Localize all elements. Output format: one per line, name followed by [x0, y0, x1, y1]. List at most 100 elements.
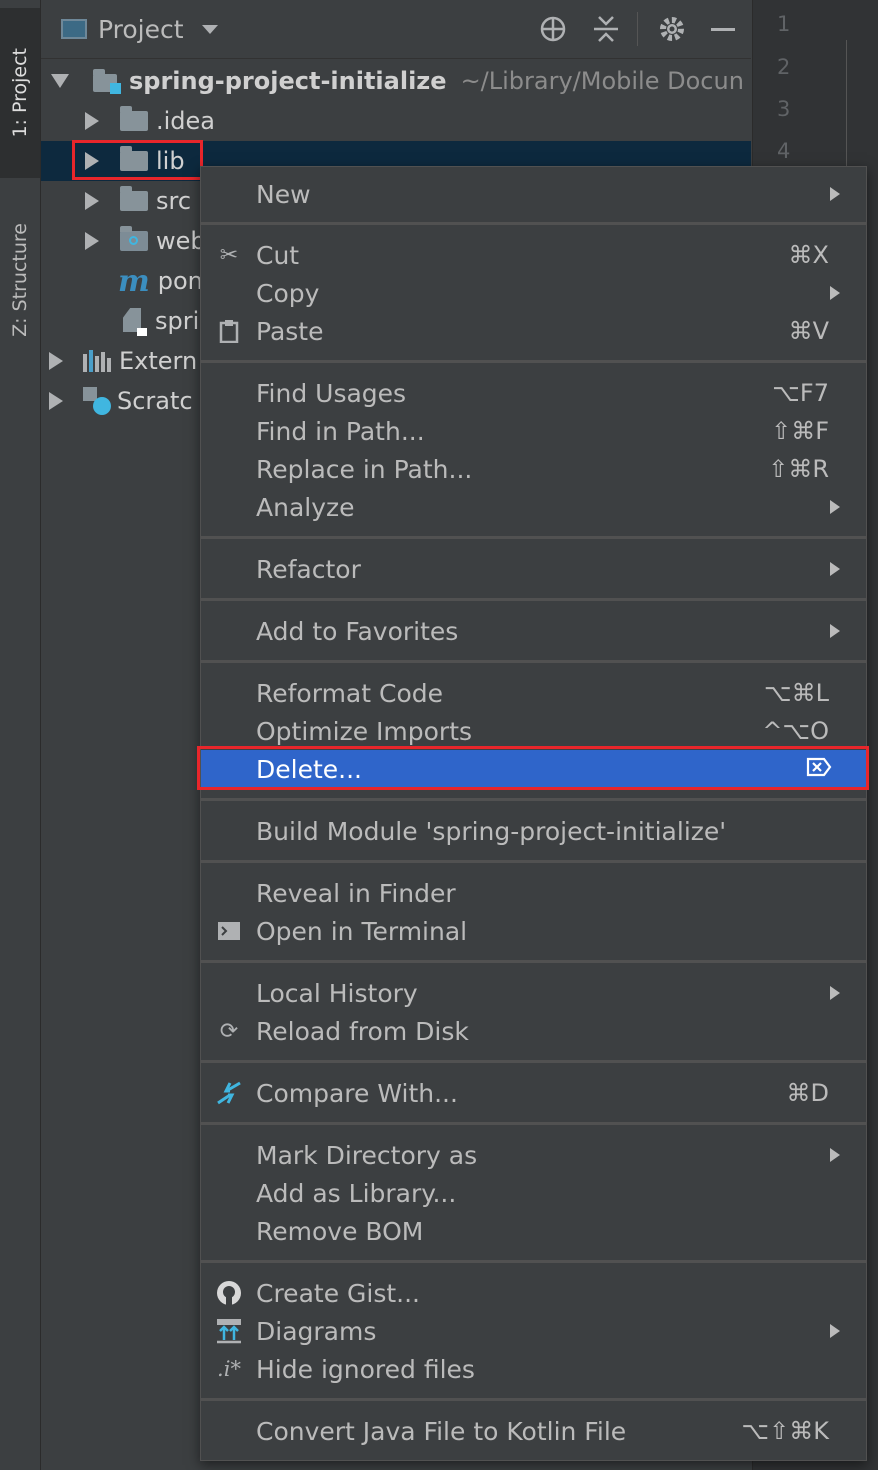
menu-separator — [201, 222, 866, 225]
tab-structure-label: Z: Structure — [9, 223, 31, 337]
menu-item-reformat-code[interactable]: Reformat Code ⌥⌘L — [201, 674, 866, 712]
gear-icon[interactable] — [658, 0, 686, 58]
line-number: 3 — [777, 97, 791, 121]
expand-arrow-icon[interactable] — [49, 392, 63, 410]
tree-row-pom[interactable]: m pon — [41, 261, 203, 301]
menu-item-reload-from-disk[interactable]: ⟳ Reload from Disk — [201, 1012, 866, 1050]
menu-item-new[interactable]: New — [201, 175, 866, 213]
maven-icon: m — [118, 263, 150, 299]
root-label: spring-project-initialize — [129, 67, 447, 95]
collapse-all-icon[interactable] — [592, 0, 620, 58]
menu-separator — [201, 1260, 866, 1263]
expand-arrow-icon[interactable] — [85, 152, 99, 170]
menu-item-diagrams[interactable]: Diagrams — [201, 1312, 866, 1350]
menu-item-compare-with[interactable]: Compare With... ⌘D — [201, 1074, 866, 1112]
menu-item-replace-in-path[interactable]: Replace in Path... ⇧⌘R — [201, 450, 866, 488]
menu-separator — [201, 1060, 866, 1063]
menu-item-optimize-imports[interactable]: Optimize Imports ^⌥O — [201, 712, 866, 750]
tree-label-scratches: Scratc — [117, 387, 193, 415]
tree-row-scratches[interactable]: Scratc — [41, 381, 193, 421]
menu-item-add-to-favorites[interactable]: Add to Favorites — [201, 612, 866, 650]
root-path: ~/Library/Mobile Docun — [460, 67, 744, 95]
chevron-down-icon — [201, 24, 218, 34]
submenu-arrow-icon — [830, 1148, 840, 1162]
context-menu: New ✂ Cut ⌘X Copy Paste ⌘V Find Usages ⌥F7 … — [200, 166, 867, 1461]
menu-item-refactor[interactable]: Refactor — [201, 550, 866, 588]
folder-icon — [120, 146, 148, 171]
file-icon — [123, 308, 147, 336]
menu-item-find-usages[interactable]: Find Usages ⌥F7 — [201, 374, 866, 412]
locate-icon[interactable] — [538, 0, 568, 58]
reload-icon: ⟳ — [219, 1018, 239, 1044]
tool-window-strip: 1: Project Z: Structure — [0, 0, 41, 1470]
menu-item-reveal-in-finder[interactable]: Reveal in Finder — [201, 874, 866, 912]
submenu-arrow-icon — [830, 187, 840, 201]
clipboard-icon — [215, 317, 243, 345]
menu-item-analyze[interactable]: Analyze — [201, 488, 866, 526]
submenu-arrow-icon — [830, 1324, 840, 1338]
module-icon — [93, 69, 121, 94]
tree-label-spri: spri — [155, 307, 200, 335]
panel-header: Project — [41, 0, 751, 59]
diagram-icon — [215, 1317, 243, 1345]
menu-item-copy[interactable]: Copy — [201, 274, 866, 312]
menu-item-delete[interactable]: Delete... — [201, 750, 866, 788]
folder-icon — [120, 106, 148, 131]
menu-item-cut[interactable]: ✂ Cut ⌘X — [201, 236, 866, 274]
menu-item-mark-directory-as[interactable]: Mark Directory as — [201, 1136, 866, 1174]
tree-row-web[interactable]: web — [41, 221, 206, 261]
menu-item-paste[interactable]: Paste ⌘V — [201, 312, 866, 350]
line-number: 4 — [777, 139, 791, 163]
submenu-arrow-icon — [830, 986, 840, 1000]
menu-item-convert-to-kotlin[interactable]: Convert Java File to Kotlin File ⌥⇧⌘K — [201, 1412, 866, 1450]
tree-row-spri[interactable]: spri — [41, 301, 199, 341]
scissors-icon: ✂ — [219, 242, 239, 268]
tree-label-external: Extern — [119, 347, 198, 375]
menu-item-open-in-terminal[interactable]: Open in Terminal — [201, 912, 866, 950]
menu-separator — [201, 360, 866, 363]
gutter-divider — [846, 40, 847, 170]
hide-icon[interactable] — [711, 0, 735, 58]
menu-separator — [201, 860, 866, 863]
submenu-arrow-icon — [830, 286, 840, 300]
menu-item-create-gist[interactable]: Create Gist... — [201, 1274, 866, 1312]
tree-label-web: web — [156, 227, 206, 255]
menu-item-add-as-library[interactable]: Add as Library... — [201, 1174, 866, 1212]
tab-project-label: 1: Project — [9, 48, 31, 138]
tab-project[interactable]: 1: Project — [0, 8, 40, 178]
tree-label-src: src — [156, 187, 192, 215]
line-number: 1 — [777, 12, 791, 36]
expand-arrow-icon[interactable] — [85, 112, 99, 130]
scratches-icon — [83, 387, 111, 415]
web-folder-icon — [120, 226, 148, 251]
submenu-arrow-icon — [830, 562, 840, 576]
menu-separator — [201, 660, 866, 663]
view-selector[interactable]: Project — [98, 0, 218, 58]
tree-label-lib: lib — [156, 147, 185, 175]
tree-row-src[interactable]: src — [41, 181, 191, 221]
folder-icon — [120, 186, 148, 211]
expand-arrow-icon[interactable] — [49, 352, 63, 370]
tree-row-external[interactable]: Extern — [41, 341, 197, 381]
expand-arrow-icon[interactable] — [85, 192, 99, 210]
menu-item-remove-bom[interactable]: Remove BOM — [201, 1212, 866, 1250]
submenu-arrow-icon — [830, 500, 840, 514]
menu-item-find-in-path[interactable]: Find in Path... ⇧⌘F — [201, 412, 866, 450]
tree-row-root[interactable]: spring-project-initialize ~/Library/Mobi… — [41, 61, 744, 101]
tree-row-idea[interactable]: .idea — [41, 101, 215, 141]
menu-item-local-history[interactable]: Local History — [201, 974, 866, 1012]
menu-separator — [201, 1122, 866, 1125]
expand-arrow-icon[interactable] — [51, 74, 69, 88]
panel-title: Project — [98, 14, 184, 44]
line-number: 2 — [777, 55, 791, 79]
submenu-arrow-icon — [830, 624, 840, 638]
project-view-icon — [61, 0, 87, 58]
tree-label-pom: pon — [157, 267, 203, 295]
github-icon — [215, 1279, 243, 1307]
divider — [637, 0, 638, 58]
terminal-icon — [215, 917, 243, 945]
menu-item-hide-ignored-files[interactable]: .i* Hide ignored files — [201, 1350, 866, 1388]
menu-item-build-module[interactable]: Build Module 'spring-project-initialize' — [201, 812, 866, 850]
tab-structure[interactable]: Z: Structure — [0, 190, 40, 370]
expand-arrow-icon[interactable] — [85, 232, 99, 250]
